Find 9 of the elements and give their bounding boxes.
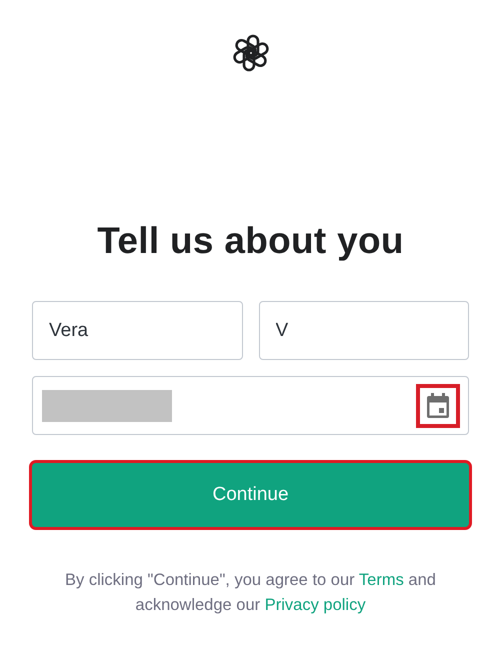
legal-notice: By clicking "Continue", you agree to our Terms and acknowledge our Privacy policy [64, 570, 437, 616]
continue-button[interactable]: Continue [32, 463, 469, 528]
name-field[interactable]: Vera [32, 301, 242, 360]
name-field[interactable]: V [258, 301, 469, 360]
privacy-policy-link[interactable]: Privacy policy [264, 596, 366, 614]
calendar-icon[interactable] [416, 384, 460, 428]
birthday-field[interactable] [32, 376, 469, 436]
terms-link[interactable]: Terms [358, 571, 404, 590]
page-heading: Tell us about you [96, 219, 405, 263]
